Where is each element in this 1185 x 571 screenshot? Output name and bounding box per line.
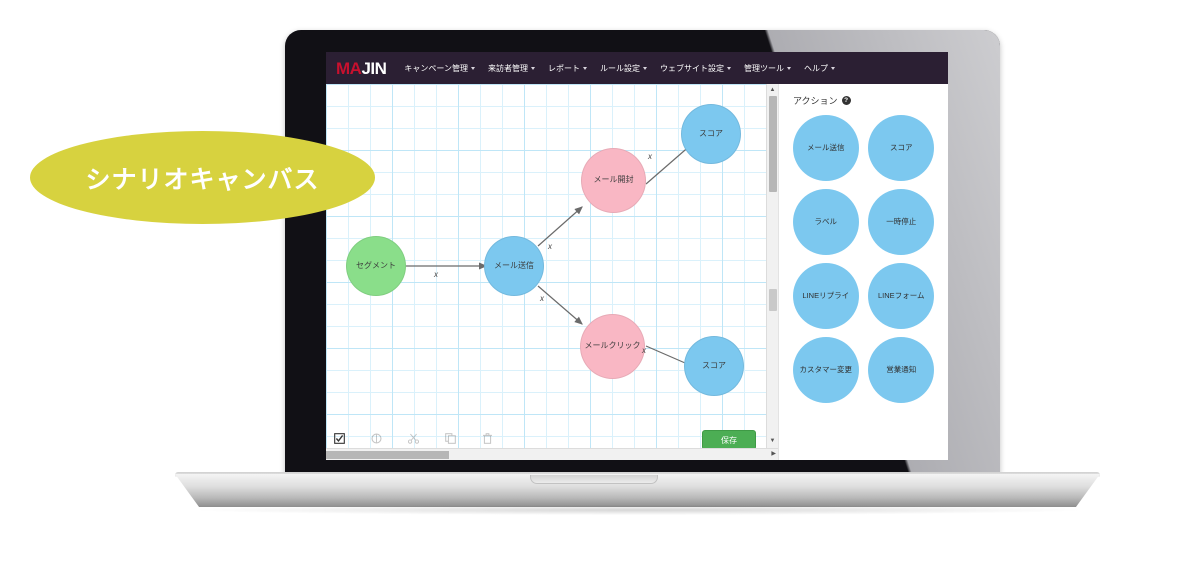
laptop-screen: MAJIN キャンペーン管理 来訪者管理 レポート ルール設定 ウェブサイト設定: [326, 52, 948, 460]
nav-label: ヘルプ: [804, 63, 829, 73]
logo-text-primary: MA: [336, 58, 362, 78]
nav-item-rules[interactable]: ルール設定: [600, 63, 648, 74]
nav-item-help[interactable]: ヘルプ: [804, 63, 836, 74]
action-item-label: カスタマー変更: [799, 364, 853, 374]
node-label: メール送信: [494, 260, 534, 270]
action-item-label: LINEフォーム: [878, 290, 925, 300]
undo-circle-icon[interactable]: [371, 432, 382, 444]
scenario-canvas[interactable]: セグメント メール送信 メール開封 メールクリック スコア スコア x x x …: [326, 84, 778, 460]
edge-mail-to-click: [537, 285, 583, 325]
callout-badge: シナリオキャンバス: [30, 131, 375, 224]
action-item-label: スコア: [890, 142, 913, 152]
scroll-right-arrow-icon[interactable]: ▶: [771, 450, 776, 457]
nav-item-report[interactable]: レポート: [548, 63, 588, 74]
chevron-down-icon: [531, 66, 536, 70]
chevron-down-icon: [643, 66, 648, 70]
node-label: セグメント: [356, 260, 396, 270]
scrollbar-thumb[interactable]: [769, 96, 777, 192]
action-item-sales-notify[interactable]: 営業通知: [868, 337, 935, 403]
scroll-down-arrow-icon[interactable]: ▼: [767, 435, 778, 446]
edge-label: x: [648, 152, 652, 161]
nav-label: キャンペーン管理: [404, 63, 469, 73]
chevron-down-icon: [831, 66, 836, 70]
edge-mail-to-open: [537, 206, 583, 247]
action-item-pause[interactable]: 一時停止: [868, 189, 935, 255]
nav-label: 管理ツール: [744, 63, 785, 73]
node-label: スコア: [699, 128, 723, 138]
action-panel-title: アクション ?: [793, 94, 942, 107]
chevron-down-icon: [583, 66, 588, 70]
edge-label: x: [540, 294, 544, 303]
action-item-label: メール送信: [807, 142, 845, 152]
action-item-mail-send[interactable]: メール送信: [792, 115, 859, 181]
logo-text-secondary: JIN: [361, 58, 387, 78]
help-question-icon[interactable]: ?: [841, 96, 851, 105]
scrollbar-thumb[interactable]: [326, 451, 449, 459]
nav-item-campaign[interactable]: キャンペーン管理: [404, 63, 476, 74]
action-item-line-reply[interactable]: LINEリプライ: [792, 263, 859, 329]
nav-label: ルール設定: [600, 63, 641, 73]
action-panel-title-label: アクション: [793, 96, 838, 106]
edge-label: x: [642, 346, 646, 355]
canvas-vertical-scrollbar[interactable]: ▲ ▼: [766, 84, 778, 460]
canvas-node-mail-open[interactable]: メール開封: [581, 148, 646, 213]
node-label: メールクリック: [584, 341, 641, 351]
majin-logo[interactable]: MAJIN: [336, 58, 387, 78]
action-item-customer-change[interactable]: カスタマー変更: [792, 337, 859, 403]
action-panel: アクション ? メール送信 スコア ラベル 一時停止 LINEリプライ LINE…: [778, 84, 948, 460]
nav-label: ウェブサイト設定: [660, 63, 725, 73]
chevron-down-icon: [727, 66, 732, 70]
canvas-node-segment[interactable]: セグメント: [346, 236, 406, 296]
app-workarea: セグメント メール送信 メール開封 メールクリック スコア スコア x x x …: [326, 84, 948, 460]
action-item-label: 一時停止: [886, 216, 917, 226]
cut-scissors-icon[interactable]: [408, 433, 419, 444]
callout-label: シナリオキャンバス: [85, 165, 320, 194]
canvas-horizontal-scrollbar[interactable]: ▶: [326, 448, 778, 460]
edge-label: x: [434, 270, 438, 279]
save-button[interactable]: 保存: [702, 430, 756, 450]
nav-label: 来訪者管理: [488, 63, 529, 73]
delete-trash-icon[interactable]: [482, 432, 493, 444]
node-label: メール開封: [593, 175, 634, 185]
action-item-label: ラベル: [814, 216, 838, 226]
action-item-label: 営業通知: [886, 364, 917, 374]
nav-item-admin-tools[interactable]: 管理ツール: [744, 63, 792, 74]
canvas-node-score-top[interactable]: スコア: [681, 104, 741, 164]
nav-label: レポート: [548, 63, 581, 73]
canvas-node-score-bottom[interactable]: スコア: [684, 336, 744, 396]
chevron-down-icon: [787, 66, 792, 70]
copy-icon[interactable]: [445, 432, 456, 444]
action-item-line-form[interactable]: LINEフォーム: [868, 263, 935, 329]
action-grid: メール送信 スコア ラベル 一時停止 LINEリプライ LINEフォーム カスタ…: [785, 115, 942, 403]
select-checkbox-icon[interactable]: [334, 432, 345, 444]
save-button-label: 保存: [721, 435, 737, 445]
scroll-up-arrow-icon[interactable]: ▲: [767, 84, 778, 95]
action-item-label: LINEリプライ: [802, 290, 850, 300]
nav-item-visitors[interactable]: 来訪者管理: [488, 63, 536, 74]
scrollbar-thumb-secondary[interactable]: [769, 289, 777, 311]
laptop-drop-shadow: [200, 505, 1078, 515]
app-navbar: MAJIN キャンペーン管理 来訪者管理 レポート ルール設定 ウェブサイト設定: [326, 52, 948, 84]
action-item-label[interactable]: ラベル: [792, 189, 859, 255]
nav-item-website-settings[interactable]: ウェブサイト設定: [660, 63, 732, 74]
node-label: スコア: [702, 360, 726, 370]
action-item-score[interactable]: スコア: [868, 115, 935, 181]
canvas-node-mail-send[interactable]: メール送信: [484, 236, 544, 296]
laptop-base-notch: [530, 475, 658, 484]
screenshot-root: MAJIN キャンペーン管理 来訪者管理 レポート ルール設定 ウェブサイト設定: [0, 0, 1185, 571]
canvas-node-mail-click[interactable]: メールクリック: [580, 314, 645, 379]
chevron-down-icon: [471, 66, 476, 70]
edge-label: x: [548, 242, 552, 251]
